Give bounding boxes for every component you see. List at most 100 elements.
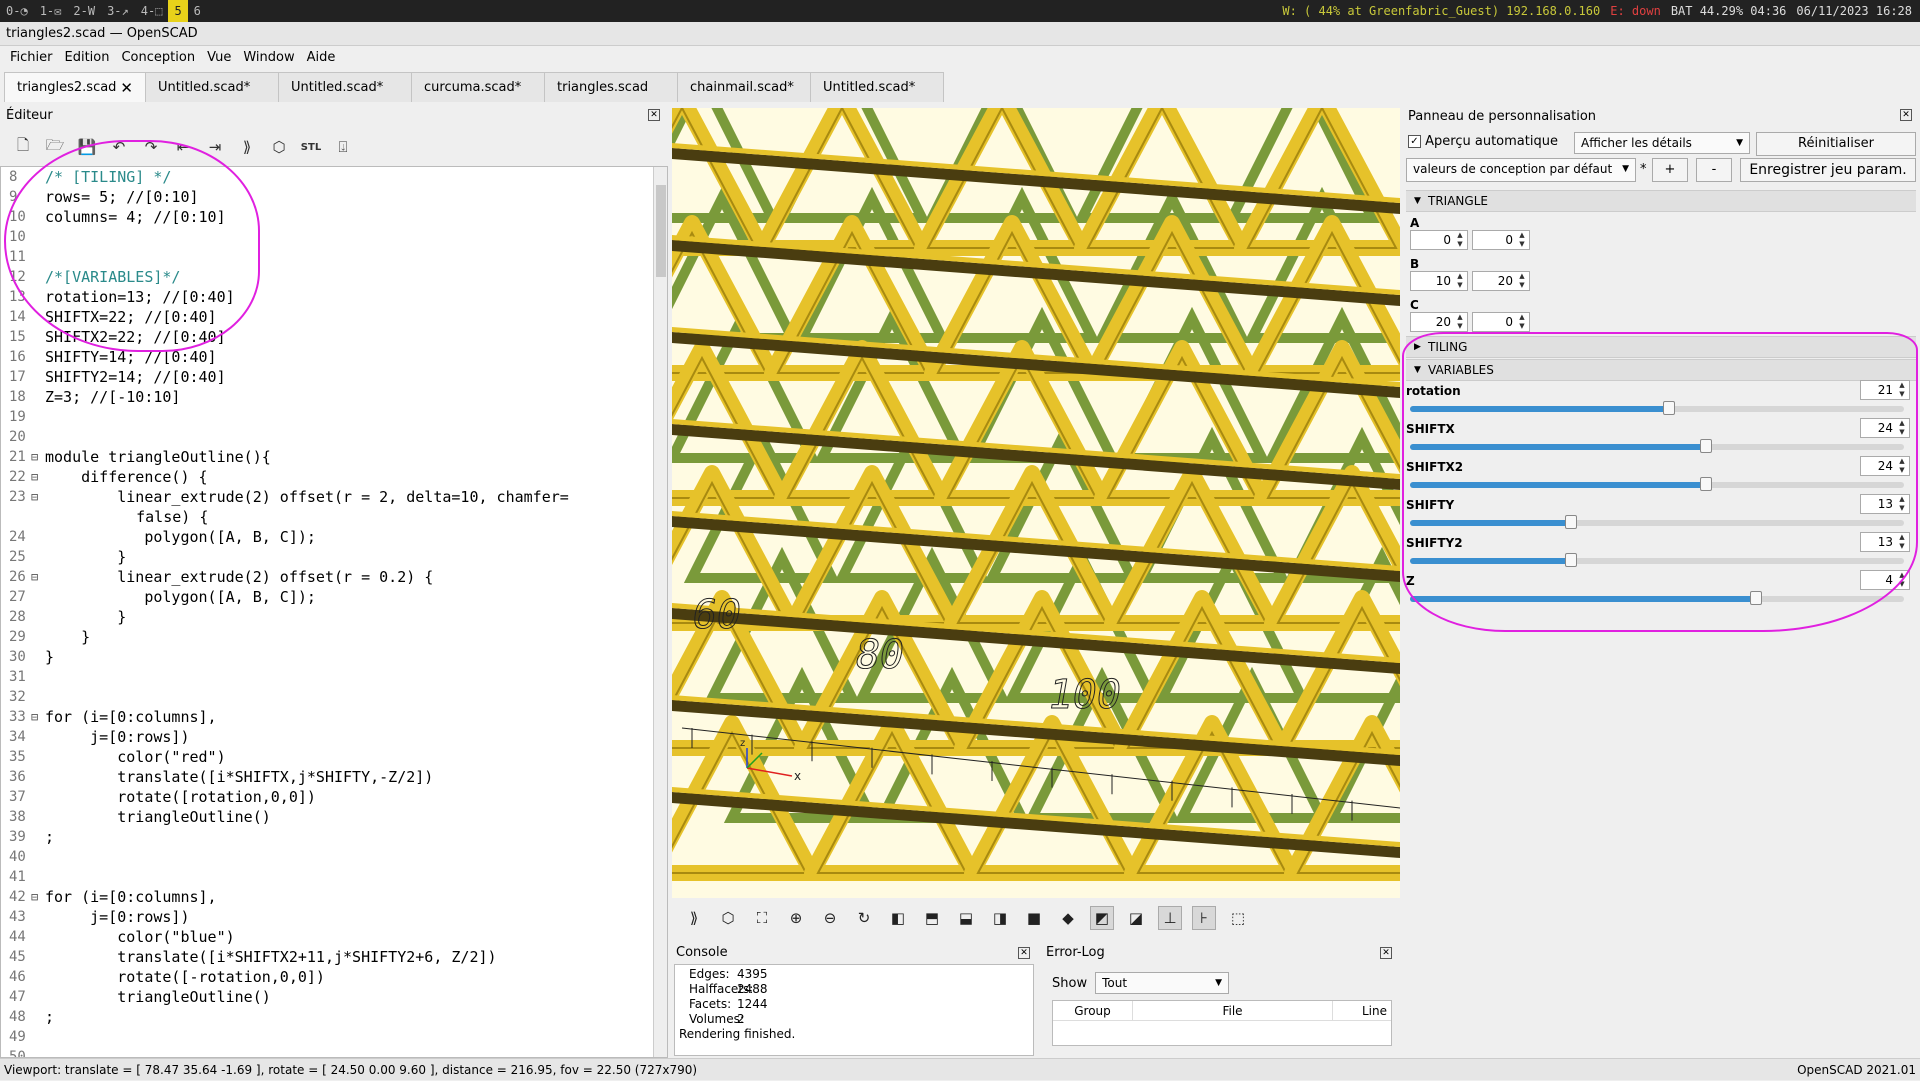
render-icon[interactable]: ⬡ <box>268 136 290 158</box>
code-editor[interactable]: 8 /* [TILING] */ 9 rows= 5; //[0:10] 10 colum… <box>0 166 668 1058</box>
undo-icon[interactable]: ↶ <box>108 136 130 158</box>
add-preset-button[interactable]: + <box>1652 158 1688 182</box>
editor-scrollbar[interactable] <box>653 167 667 1057</box>
workspace-5[interactable]: 5 <box>168 0 188 22</box>
view-top-icon[interactable]: ⬒ <box>920 906 944 930</box>
menu-aide[interactable]: Aide <box>301 50 342 65</box>
spin-arrows-icon[interactable]: ▲ ▼ <box>1896 381 1908 399</box>
column-header-group[interactable]: Group <box>1053 1001 1133 1020</box>
code-line[interactable]: 8 /* [TILING] */ <box>1 167 667 187</box>
details-select[interactable]: Afficher les détails ▼ <box>1574 132 1750 154</box>
code-line[interactable]: 30} <box>1 647 667 667</box>
close-icon[interactable]: ✕ <box>648 109 660 121</box>
export-stl-icon[interactable]: STL <box>300 136 322 158</box>
spin-arrows-icon[interactable]: ▲ ▼ <box>1516 313 1528 331</box>
workspace-0[interactable]: 0-◔ <box>0 0 34 22</box>
code-line[interactable]: 45 translate([i*SHIFTX2+11,j*SHIFTY2+6, … <box>1 947 667 967</box>
fold-marker-icon[interactable]: ⊟ <box>31 487 45 507</box>
code-line[interactable]: 39; <box>1 827 667 847</box>
code-line[interactable]: 32 <box>1 687 667 707</box>
parameter-slider[interactable] <box>1410 553 1904 567</box>
slider-handle[interactable] <box>1749 591 1762 605</box>
code-line[interactable]: 11 <box>1 247 667 267</box>
spin-arrows-icon[interactable]: ▲ ▼ <box>1516 272 1528 290</box>
code-line[interactable]: 21 ⊟ module triangleOutline(){ <box>1 447 667 467</box>
parameter-slider[interactable] <box>1410 591 1904 605</box>
slider-handle[interactable] <box>1700 439 1713 453</box>
code-line[interactable]: 9 rows= 5; //[0:10] <box>1 187 667 207</box>
tab-chainmail[interactable]: chainmail.scad* <box>677 72 811 102</box>
fold-marker-icon[interactable]: ⊟ <box>31 447 45 467</box>
reset-button[interactable]: Réinitialiser <box>1756 132 1916 156</box>
code-line[interactable]: 38 triangleOutline() <box>1 807 667 827</box>
slider-handle[interactable] <box>1663 401 1676 415</box>
perspective-icon[interactable]: ◩ <box>1090 906 1114 930</box>
spin-arrows-icon[interactable]: ▲ ▼ <box>1896 419 1908 437</box>
show-filter-select[interactable]: Tout ▼ <box>1095 972 1230 994</box>
slider-spinbox[interactable]: 4 ▲ ▼ <box>1860 570 1910 590</box>
code-line[interactable]: 10 columns= 4; //[0:10] <box>1 207 667 227</box>
spin-arrows-icon[interactable]: ▲ ▼ <box>1454 231 1466 249</box>
spin-arrows-icon[interactable]: ▲ ▼ <box>1516 231 1528 249</box>
menu-conception[interactable]: Conception <box>115 50 201 65</box>
fold-marker-icon[interactable]: ⊟ <box>31 567 45 587</box>
slider-handle[interactable] <box>1564 553 1577 567</box>
code-line[interactable]: 26 ⊟ linear_extrude(2) offset(r = 0.2) { <box>1 567 667 587</box>
workspace-2[interactable]: 2-W <box>67 0 101 22</box>
code-line[interactable]: 37 rotate([rotation,0,0]) <box>1 787 667 807</box>
code-line[interactable]: 35 color("red") <box>1 747 667 767</box>
code-line[interactable]: 50 <box>1 1047 667 1057</box>
view-right-icon[interactable]: ◧ <box>886 906 910 930</box>
close-tab-icon[interactable]: ✕ <box>120 79 133 97</box>
indent-icon[interactable]: ⇥ <box>204 136 226 158</box>
close-icon[interactable]: ✕ <box>1380 947 1392 959</box>
slider-spinbox[interactable]: 13 ▲ ▼ <box>1860 494 1910 514</box>
code-line[interactable]: 29 } <box>1 627 667 647</box>
code-line[interactable]: 47 triangleOutline() <box>1 987 667 1007</box>
section-tiling[interactable]: ▶ TILING <box>1406 336 1916 358</box>
spin-arrows-icon[interactable]: ▲ ▼ <box>1896 457 1908 475</box>
code-line[interactable]: 20 <box>1 427 667 447</box>
code-line[interactable]: 24 polygon([A, B, C]); <box>1 527 667 547</box>
3d-viewport[interactable]: 60 80 100 x z <box>672 108 1400 898</box>
tab-untitled-3[interactable]: Untitled.scad* <box>810 72 944 102</box>
slider-spinbox[interactable]: 24 ▲ ▼ <box>1860 456 1910 476</box>
parameter-slider[interactable] <box>1410 401 1904 415</box>
code-line[interactable]: 46 rotate([-rotation,0,0]) <box>1 967 667 987</box>
spin-arrows-icon[interactable]: ▲ ▼ <box>1896 495 1908 513</box>
show-edges-icon[interactable]: ⬚ <box>1226 906 1250 930</box>
render-icon[interactable]: ⬡ <box>716 906 740 930</box>
vector-spinbox[interactable]: 20 ▲ ▼ <box>1410 312 1468 332</box>
orthogonal-icon[interactable]: ◪ <box>1124 906 1148 930</box>
checkbox-checked-icon[interactable]: ✓ <box>1408 135 1421 148</box>
send-to-printer-icon[interactable]: ⍗ <box>332 136 354 158</box>
code-line[interactable]: 13 rotation=13; //[0:40] <box>1 287 667 307</box>
vector-spinbox[interactable]: 0 ▲ ▼ <box>1472 230 1530 250</box>
workspace-6[interactable]: 6 <box>188 0 207 22</box>
close-icon[interactable]: ✕ <box>1018 947 1030 959</box>
code-line[interactable]: 19 <box>1 407 667 427</box>
menu-edition[interactable]: Edition <box>59 50 116 65</box>
zoom-out-icon[interactable]: ⊖ <box>818 906 842 930</box>
new-file-icon[interactable]: 🗋 <box>12 136 34 158</box>
fold-marker-icon[interactable]: ⊟ <box>31 887 45 907</box>
fold-marker-icon[interactable]: ⊟ <box>31 707 45 727</box>
redo-icon[interactable]: ↷ <box>140 136 162 158</box>
code-line[interactable]: 18 Z=3; //[-10:10] <box>1 387 667 407</box>
code-line[interactable]: 22 ⊟ difference() { <box>1 467 667 487</box>
code-line[interactable]: 17 SHIFTY2=14; //[0:40] <box>1 367 667 387</box>
workspace-1[interactable]: 1-✉ <box>34 0 68 22</box>
code-line[interactable]: 25 } <box>1 547 667 567</box>
slider-spinbox[interactable]: 13 ▲ ▼ <box>1860 532 1910 552</box>
menu-vue[interactable]: Vue <box>201 50 237 65</box>
parameter-slider[interactable] <box>1410 515 1904 529</box>
parameter-slider[interactable] <box>1410 439 1904 453</box>
code-line[interactable]: 15 SHIFTX2=22; //[0:40] <box>1 327 667 347</box>
view-back-icon[interactable]: ◆ <box>1056 906 1080 930</box>
code-line[interactable]: 42 ⊟ for (i=[0:columns], <box>1 887 667 907</box>
tab-triangles[interactable]: triangles.scad <box>544 72 678 102</box>
tab-untitled-2[interactable]: Untitled.scad* <box>278 72 412 102</box>
workspace-4[interactable]: 4-⬚ <box>135 0 169 22</box>
open-file-icon[interactable]: 🗁 <box>44 136 66 158</box>
view-front-icon[interactable]: ■ <box>1022 906 1046 930</box>
